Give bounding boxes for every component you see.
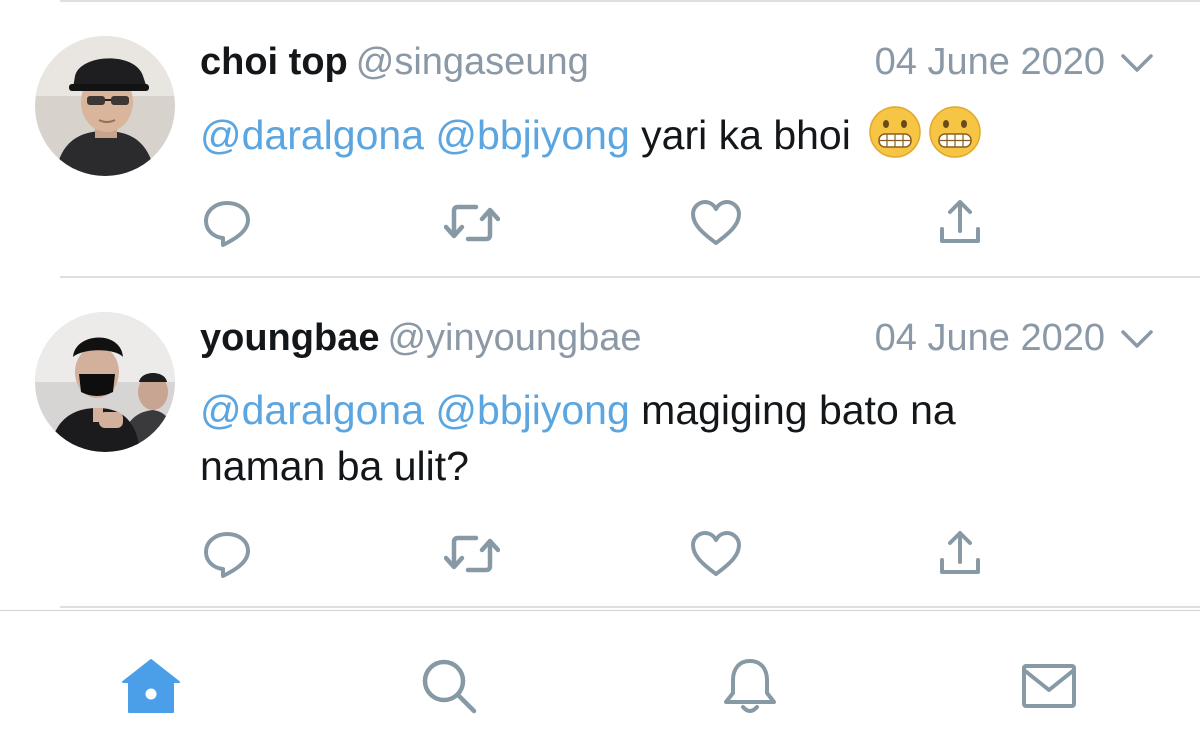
retweet-icon: [444, 204, 500, 242]
like-button[interactable]: [686, 193, 746, 253]
tab-search[interactable]: [414, 651, 484, 721]
reply-button[interactable]: [197, 193, 257, 253]
share-icon: [940, 200, 980, 243]
share-button[interactable]: [930, 193, 990, 253]
retweet-button[interactable]: [442, 193, 502, 253]
tweet-divider: [60, 606, 1200, 608]
user-handle[interactable]: @singaseung: [356, 41, 589, 83]
mention-link[interactable]: @bbjiyong: [435, 387, 629, 433]
chevron-down-icon[interactable]: [1119, 51, 1155, 75]
tweet-header: youngbae @yinyoungbae 04 June 2020: [200, 315, 1200, 361]
tweet-text: @daralgona @bbjiyong yari ka bhoi: [200, 105, 1080, 163]
display-name[interactable]: choi top: [200, 41, 348, 83]
tab-notifications[interactable]: [715, 651, 785, 721]
mention-link[interactable]: @daralgona: [200, 387, 424, 433]
user-handle[interactable]: @yinyoungbae: [387, 317, 641, 359]
mention-link[interactable]: @bbjiyong: [435, 112, 629, 158]
envelope-icon: [1022, 664, 1076, 708]
tab-messages[interactable]: [1014, 651, 1084, 721]
tweet-date: 04 June 2020: [874, 41, 1105, 83]
bell-icon: [724, 659, 776, 713]
tweet-actions: [0, 524, 1200, 584]
display-name[interactable]: youngbae: [200, 317, 379, 359]
tweet[interactable]: choi top @singaseung 04 June 2020 @daralg…: [0, 0, 1200, 278]
avatar[interactable]: [35, 36, 175, 176]
tweet-header: choi top @singaseung 04 June 2020: [200, 39, 1200, 85]
chevron-down-icon[interactable]: [1119, 327, 1155, 351]
like-button[interactable]: [686, 524, 746, 584]
search-icon: [422, 659, 477, 714]
home-icon: [122, 659, 180, 713]
twitter-replies-screen: choi top @singaseung 04 June 2020 @daralg…: [0, 0, 1200, 755]
reply-icon: [204, 201, 250, 247]
reply-button[interactable]: [197, 524, 257, 584]
tab-home[interactable]: [116, 651, 186, 721]
avatar[interactable]: [35, 312, 175, 452]
heart-icon: [691, 200, 741, 245]
grimacing-face-icon: [929, 106, 981, 158]
mention-link[interactable]: @daralgona: [200, 112, 424, 158]
share-icon: [940, 531, 980, 574]
retweet-button[interactable]: [442, 524, 502, 584]
bottom-tab-bar: [0, 610, 1200, 755]
tweet-text: @daralgona @bbjiyong magiging bato na na…: [200, 382, 1080, 494]
retweet-icon: [444, 535, 500, 573]
grimacing-face-icon: [869, 106, 921, 158]
tweet[interactable]: youngbae @yinyoungbae 04 June 2020 @daral…: [0, 278, 1200, 608]
heart-icon: [691, 531, 741, 576]
tweet-actions: [0, 193, 1200, 253]
reply-icon: [204, 532, 250, 578]
tweet-date: 04 June 2020: [874, 317, 1105, 359]
tweet-text-body: yari ka bhoi: [641, 112, 851, 158]
share-button[interactable]: [930, 524, 990, 584]
